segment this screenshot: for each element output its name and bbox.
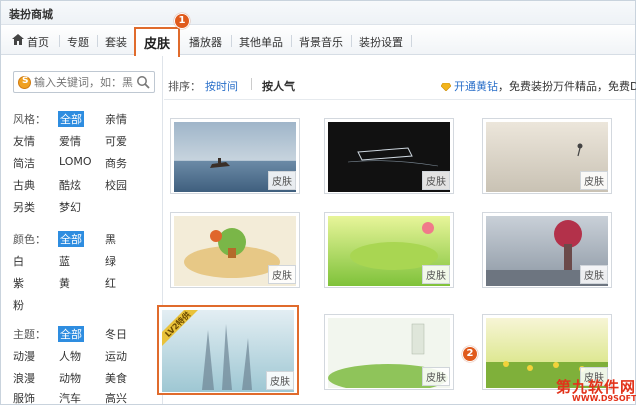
search-input[interactable] bbox=[34, 75, 134, 89]
color-option[interactable]: 黑 bbox=[105, 231, 116, 247]
skin-thumbnail[interactable]: 皮肤 bbox=[482, 212, 612, 288]
nav-divider bbox=[231, 35, 232, 47]
style-option[interactable]: 校园 bbox=[105, 177, 127, 193]
skin-tag: 皮肤 bbox=[422, 171, 450, 190]
title-bar: 装扮商城 bbox=[1, 1, 635, 25]
main-content: 排序： 按时间 按人气 开通黄钻，免费装扮万件精品，免费DIY 皮肤 皮肤 皮肤… bbox=[157, 56, 636, 404]
style-option[interactable]: 酷炫 bbox=[59, 177, 81, 193]
skin-thumbnail-highlighted[interactable]: LV2特供 皮肤 bbox=[157, 305, 299, 395]
style-option[interactable]: 可爱 bbox=[105, 133, 127, 149]
color-option[interactable]: 粉 bbox=[13, 297, 24, 313]
style-option[interactable]: 亲情 bbox=[105, 111, 127, 127]
home-icon bbox=[12, 34, 24, 45]
color-option[interactable]: 紫 bbox=[13, 275, 24, 291]
search-icon[interactable] bbox=[136, 75, 150, 89]
skin-thumbnail[interactable]: 皮肤 bbox=[324, 118, 454, 194]
style-option[interactable]: LOMO bbox=[59, 155, 92, 168]
window-title: 装扮商城 bbox=[9, 8, 53, 21]
color-option[interactable]: 蓝 bbox=[59, 253, 70, 269]
skin-thumbnail[interactable]: 皮肤 bbox=[324, 314, 454, 390]
theme-option[interactable]: 运动 bbox=[105, 348, 127, 364]
sort-bar: 排序： 按时间 按人气 开通黄钻，免费装扮万件精品，免费DIY bbox=[168, 74, 636, 94]
content-divider bbox=[164, 99, 635, 100]
promo-text: ，免费装扮万件精品，免费DIY bbox=[498, 80, 636, 93]
nav-skin-tab[interactable]: 皮肤 bbox=[134, 27, 180, 57]
theme-option[interactable]: 浪漫 bbox=[13, 370, 35, 386]
style-option[interactable]: 古典 bbox=[13, 177, 35, 193]
site-watermark: 第九软件网 WWW.D9SOFT.COM bbox=[556, 376, 636, 404]
sort-divider bbox=[251, 78, 252, 90]
theme-option[interactable]: 冬日 bbox=[105, 326, 127, 342]
vip-promo: 开通黄钻，免费装扮万件精品，免费DIY bbox=[441, 78, 636, 94]
skin-thumbnail[interactable]: 皮肤 bbox=[482, 118, 612, 194]
top-nav: 首页 专题 套装 播放器 其他单品 背景音乐 装扮设置 bbox=[1, 25, 635, 55]
style-option[interactable]: 友情 bbox=[13, 133, 35, 149]
style-option[interactable]: 另类 bbox=[13, 199, 35, 215]
nav-divider bbox=[291, 35, 292, 47]
nav-topic[interactable]: 专题 bbox=[67, 34, 89, 50]
nav-divider bbox=[97, 35, 98, 47]
color-option[interactable]: 绿 bbox=[105, 253, 116, 269]
nav-player[interactable]: 播放器 bbox=[189, 34, 222, 50]
style-option[interactable]: 爱情 bbox=[59, 133, 81, 149]
sort-by-time-link[interactable]: 按时间 bbox=[205, 78, 238, 94]
style-filter-label: 风格： bbox=[13, 113, 46, 126]
skin-tag: 皮肤 bbox=[268, 171, 296, 190]
theme-option[interactable]: 人物 bbox=[59, 348, 81, 364]
theme-option[interactable]: 服饰 bbox=[13, 390, 35, 405]
color-option[interactable]: 红 bbox=[105, 275, 116, 291]
nav-settings[interactable]: 装扮设置 bbox=[359, 34, 403, 50]
nav-home[interactable]: 首页 bbox=[27, 34, 49, 50]
theme-option[interactable]: 高兴 bbox=[105, 390, 127, 405]
style-option[interactable]: 简洁 bbox=[13, 155, 35, 171]
skin-thumbnail[interactable]: 皮肤 bbox=[170, 212, 300, 288]
color-option[interactable]: 黄 bbox=[59, 275, 70, 291]
nav-skin-label: 皮肤 bbox=[143, 37, 170, 52]
style-option[interactable]: 梦幻 bbox=[59, 199, 81, 215]
nav-divider bbox=[411, 35, 412, 47]
watermark-url: WWW.D9SOFT.COM bbox=[572, 394, 636, 403]
skin-tag: 皮肤 bbox=[580, 265, 608, 284]
nav-other[interactable]: 其他单品 bbox=[239, 34, 283, 50]
nav-suit[interactable]: 套装 bbox=[105, 34, 127, 50]
search-box[interactable] bbox=[13, 71, 155, 93]
nav-bgm[interactable]: 背景音乐 bbox=[299, 34, 343, 50]
skin-tag: 皮肤 bbox=[266, 371, 294, 390]
theme-option[interactable]: 动漫 bbox=[13, 348, 35, 364]
step-badge-2: 2 bbox=[462, 346, 478, 362]
sort-by-popularity[interactable]: 按人气 bbox=[262, 78, 295, 94]
skin-tag: 皮肤 bbox=[422, 265, 450, 284]
sort-label: 排序： bbox=[168, 80, 201, 93]
theme-option[interactable]: 动物 bbox=[59, 370, 81, 386]
skin-tag: 皮肤 bbox=[580, 171, 608, 190]
skin-thumbnail[interactable]: 皮肤 bbox=[170, 118, 300, 194]
theme-option-all[interactable]: 全部 bbox=[58, 326, 84, 342]
sidebar: 风格： 全部 亲情 友情 爱情 可爱 简洁 LOMO 商务 古典 酷炫 校园 另… bbox=[1, 56, 163, 405]
sogou-logo-icon bbox=[18, 76, 31, 89]
color-option[interactable]: 白 bbox=[13, 253, 24, 269]
skin-thumbnail[interactable]: 皮肤 bbox=[324, 212, 454, 288]
nav-divider bbox=[59, 35, 60, 47]
yellow-diamond-icon bbox=[441, 83, 451, 91]
theme-option[interactable]: 汽车 bbox=[59, 390, 81, 405]
skin-tag: 皮肤 bbox=[268, 265, 296, 284]
nav-divider bbox=[351, 35, 352, 47]
theme-filter-label: 主题： bbox=[13, 328, 46, 341]
style-option[interactable]: 商务 bbox=[105, 155, 127, 171]
style-option-all[interactable]: 全部 bbox=[58, 111, 84, 127]
skin-tag: 皮肤 bbox=[422, 367, 450, 386]
open-vip-link[interactable]: 开通黄钻 bbox=[454, 80, 498, 93]
theme-option[interactable]: 美食 bbox=[105, 370, 127, 386]
color-filter-label: 颜色： bbox=[13, 233, 46, 246]
color-option-all[interactable]: 全部 bbox=[58, 231, 84, 247]
step-badge-1: 1 bbox=[174, 13, 190, 29]
